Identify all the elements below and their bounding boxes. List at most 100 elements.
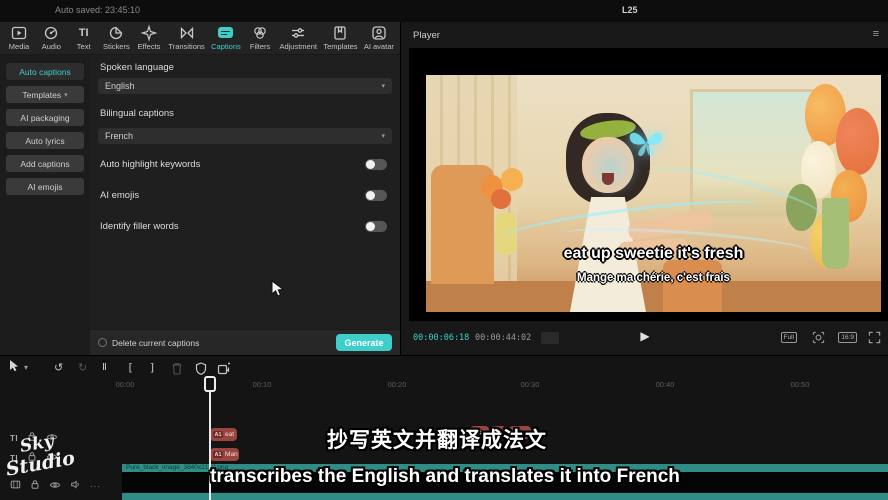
- caption-clip-text: Man: [225, 451, 238, 458]
- identify-filler-words-label: Identify filler words: [100, 221, 179, 232]
- caption-clip-badge: A1: [213, 431, 223, 438]
- sidebar-item-label: Auto lyrics: [25, 136, 64, 146]
- tab-text[interactable]: TI Text: [71, 25, 97, 51]
- audio-strip[interactable]: [122, 493, 888, 500]
- speaker-icon[interactable]: [70, 477, 81, 495]
- video-preview[interactable]: eat up sweetie it's fresh Mange ma chéri…: [426, 75, 881, 312]
- caption-clip[interactable]: A1 eat: [210, 428, 237, 441]
- ruler-tick: 00:40: [656, 380, 675, 389]
- select-tool[interactable]: ▾: [8, 359, 28, 377]
- ruler-tick: 00:00: [116, 380, 135, 389]
- auto-highlight-keywords-toggle[interactable]: [365, 159, 387, 170]
- overwrite-tool-icon[interactable]: [217, 359, 231, 377]
- quality-badge[interactable]: Full: [781, 332, 797, 343]
- redo-button[interactable]: ↻: [78, 359, 87, 377]
- duration: 00:00:44:02: [475, 333, 531, 343]
- sidebar-item-label: Auto captions: [19, 67, 71, 77]
- ruler-tick: 00:10: [253, 380, 272, 389]
- tab-label: Media: [9, 42, 29, 51]
- scene-chair-back: [663, 260, 722, 312]
- tab-label: Effects: [138, 42, 161, 51]
- captions-sidebar: Auto captions Templates▾ AI packaging Au…: [0, 55, 90, 355]
- tab-label: Templates: [323, 42, 357, 51]
- generate-button[interactable]: Generate: [336, 334, 392, 351]
- tab-label: Text: [77, 42, 91, 51]
- tab-templates[interactable]: Templates: [323, 25, 357, 51]
- ai-emojis-toggle[interactable]: [365, 190, 387, 201]
- video-caption-primary: eat up sweetie it's fresh: [426, 245, 881, 263]
- playhead-handle[interactable]: [204, 376, 216, 392]
- chevron-down-icon[interactable]: ▾: [24, 359, 28, 377]
- sidebar-item-auto-lyrics[interactable]: Auto lyrics: [6, 132, 84, 149]
- spoken-language-label: Spoken language: [100, 62, 174, 73]
- ruler-tick: 00:20: [388, 380, 407, 389]
- trim-left-button[interactable]: [: [127, 359, 134, 377]
- tab-captions[interactable]: Captions: [211, 25, 241, 51]
- caption-clip[interactable]: A1 Man: [210, 448, 239, 461]
- scene-flower: [501, 168, 524, 191]
- trim-right-button[interactable]: ]: [149, 359, 156, 377]
- ruler-tick: 00:50: [791, 380, 810, 389]
- tab-ai-avatar[interactable]: AI avatar: [364, 25, 394, 51]
- tab-adjustment[interactable]: Adjustment: [279, 25, 317, 51]
- generate-button-label: Generate: [344, 338, 383, 348]
- mouse-cursor: [271, 280, 284, 303]
- adjustment-icon: [290, 25, 306, 41]
- scene-mouth: [602, 173, 614, 185]
- overlay-subtitle-chinese: 抄写英文并翻译成法文: [327, 424, 547, 454]
- ai-avatar-icon: [371, 25, 387, 41]
- tab-label: Filters: [250, 42, 270, 51]
- bilingual-captions-value: French: [105, 131, 133, 141]
- spoken-language-select[interactable]: English ▾: [98, 78, 392, 94]
- player-panel: Player ≡: [400, 22, 888, 355]
- delete-captions-checkbox[interactable]: [98, 338, 107, 347]
- delete-button[interactable]: [171, 359, 183, 377]
- sidebar-item-ai-packaging[interactable]: AI packaging: [6, 109, 84, 126]
- ai-emojis-label: AI emojis: [100, 190, 139, 201]
- track-head-video: ···: [10, 477, 101, 495]
- ratio-badge[interactable]: 16:9: [838, 332, 857, 343]
- sidebar-item-templates[interactable]: Templates▾: [6, 86, 84, 103]
- tab-label: Adjustment: [279, 42, 317, 51]
- player-controls: 00:00:06:18 00:00:44:02 ▶ Full 16:9: [401, 321, 888, 355]
- tab-media[interactable]: Media: [6, 25, 32, 51]
- cursor-tool-icon: [8, 359, 20, 378]
- lock-icon[interactable]: [30, 477, 40, 495]
- toggle-knob: [366, 191, 375, 200]
- more-icon[interactable]: ···: [90, 482, 101, 491]
- split-button[interactable]: Ⅱ: [102, 359, 107, 377]
- delete-captions-label: Delete current captions: [112, 338, 199, 348]
- auto-captions-panel: Spoken language English ▾ Bilingual capt…: [90, 55, 400, 355]
- play-button[interactable]: ▶: [640, 329, 649, 343]
- sidebar-item-auto-captions[interactable]: Auto captions: [6, 63, 84, 80]
- sidebar-item-ai-emojis[interactable]: AI emojis: [6, 178, 84, 195]
- media-icon: [11, 25, 27, 41]
- tab-audio[interactable]: Audio: [38, 25, 64, 51]
- audio-icon: [43, 25, 59, 41]
- player-menu-icon[interactable]: ≡: [873, 28, 879, 40]
- eye-icon[interactable]: [49, 477, 61, 495]
- tab-stickers[interactable]: Stickers: [103, 25, 130, 51]
- mask-tool-icon[interactable]: [195, 359, 207, 377]
- filters-icon: [252, 25, 268, 41]
- identify-filler-words-toggle[interactable]: [365, 221, 387, 232]
- top-bar: Auto saved: 23:45:10 L25: [0, 0, 888, 22]
- spoken-language-value: English: [105, 81, 135, 91]
- undo-button[interactable]: ↺: [54, 359, 63, 377]
- tab-transitions[interactable]: Transitions: [168, 25, 204, 51]
- speed-chip[interactable]: [541, 332, 559, 344]
- text-icon: TI: [79, 25, 89, 41]
- chevron-down-icon: ▾: [381, 132, 385, 140]
- captions-icon: [218, 27, 233, 38]
- fullscreen-icon[interactable]: [868, 331, 881, 349]
- bilingual-captions-select[interactable]: French ▾: [98, 128, 392, 144]
- tab-effects[interactable]: Effects: [136, 25, 162, 51]
- overlay-subtitle-english: transcribes the English and translates i…: [210, 466, 680, 488]
- tab-filters[interactable]: Filters: [247, 25, 273, 51]
- tab-label: Captions: [211, 42, 241, 51]
- tab-label: AI avatar: [364, 42, 394, 51]
- focus-icon[interactable]: [812, 331, 825, 349]
- effects-icon: [141, 25, 157, 41]
- sidebar-item-label: Templates: [22, 90, 61, 100]
- sidebar-item-add-captions[interactable]: Add captions: [6, 155, 84, 172]
